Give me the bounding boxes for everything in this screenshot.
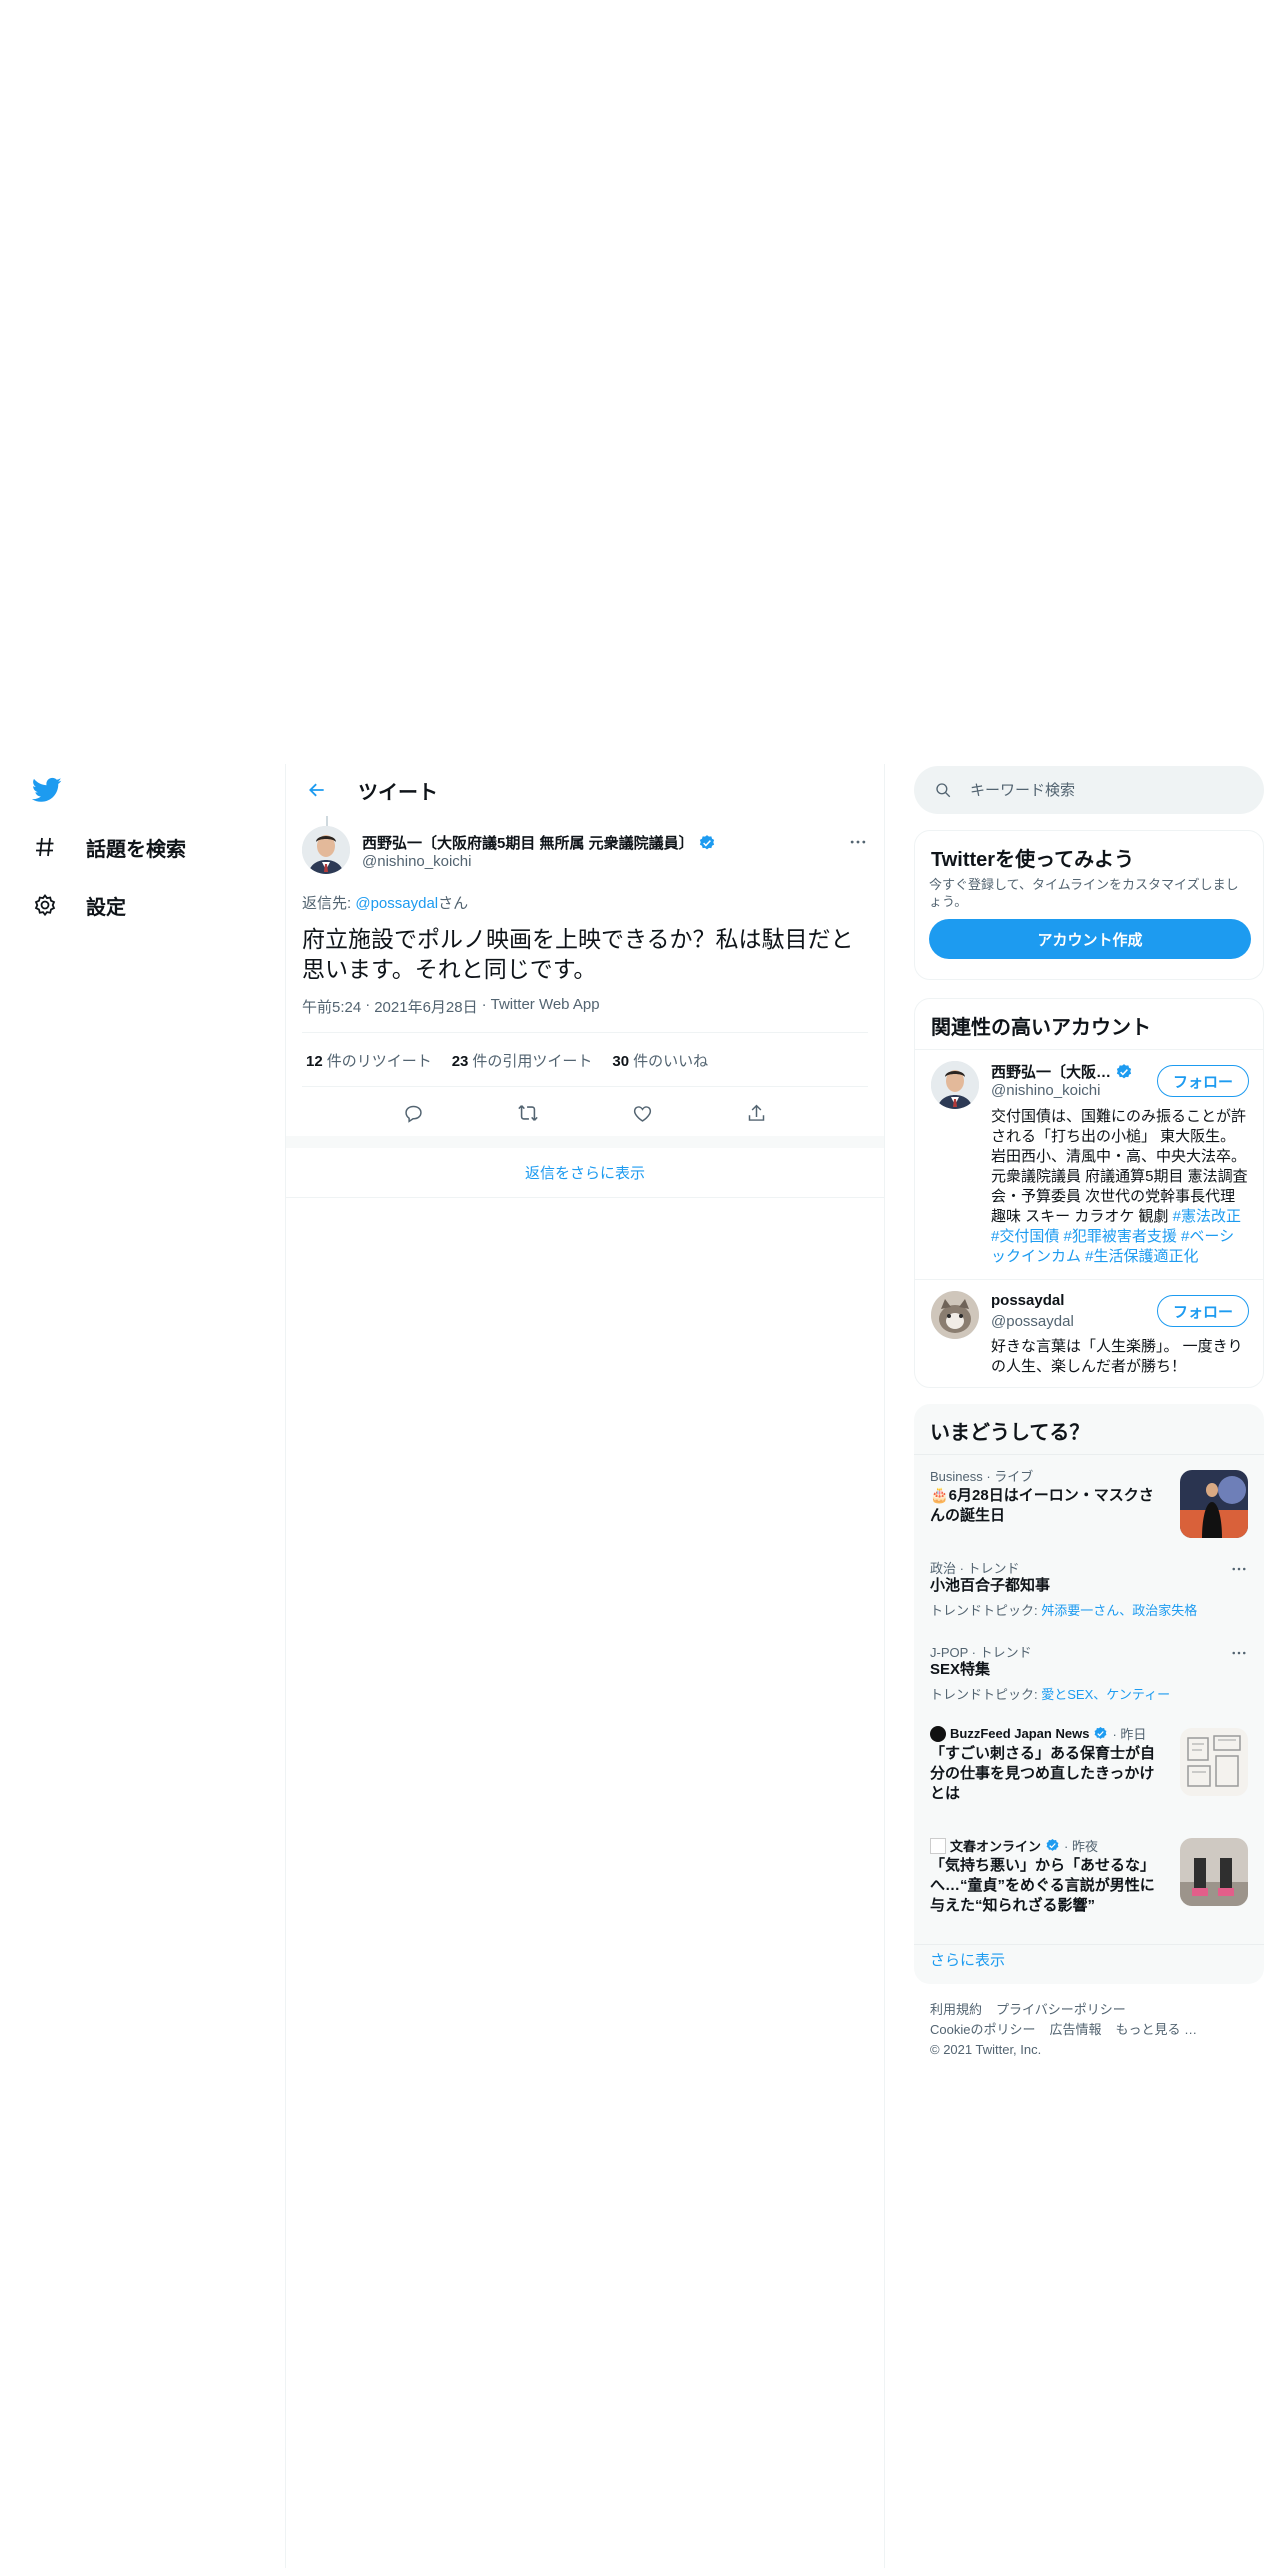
account-handle: @nishino_koichi — [991, 1082, 1101, 1099]
verified-badge-icon — [1116, 1063, 1132, 1078]
tweet-detail-column: ツイート 西野弘一〔大阪府議5期目 無所属 元衆議院議員〕 @nishino_k… — [285, 764, 885, 2568]
tweet-time[interactable]: 午前5:24 — [302, 996, 361, 1017]
verified-badge-icon — [1046, 1838, 1059, 1851]
footer-link-terms[interactable]: 利用規約 — [930, 2002, 982, 2017]
signup-title: Twitterを使ってみよう — [931, 849, 1135, 871]
retweets-stat[interactable]: 12 件のリツイート — [306, 1050, 432, 1071]
gear-icon — [32, 892, 58, 918]
twitter-logo-icon[interactable] — [32, 774, 62, 804]
trend-item[interactable]: J-POP · トレンド SEX特集 トレンドトピック: 愛とSEX、ケンティー — [914, 1642, 1264, 1712]
tweet-actions — [286, 1094, 884, 1132]
search-icon — [936, 783, 951, 798]
heart-icon — [633, 1105, 651, 1122]
footer: 利用規約 プライバシーポリシー Cookieのポリシー 広告情報 もっと見る … © … — [930, 2000, 1250, 2060]
reply-to-line: 返信先: @possaydalさん — [302, 895, 469, 912]
follow-button[interactable]: フォロー — [1157, 1295, 1249, 1327]
search-box[interactable] — [914, 766, 1264, 814]
share-button[interactable] — [738, 1094, 776, 1132]
hashtag-icon — [32, 834, 58, 860]
avatar[interactable] — [931, 1291, 979, 1339]
more-dots-icon — [1232, 1567, 1246, 1571]
tweet-text: 府立施設でポルノ映画を上映できるか？私は駄目だと思います。それと同じです。 — [302, 926, 854, 982]
trend-item[interactable]: Business · ライブ 🎂6月28日はイーロン・マスクさんの誕生日 — [914, 1466, 1264, 1546]
footer-link-more[interactable]: もっと見る … — [1115, 2022, 1197, 2037]
retweet-button[interactable] — [509, 1094, 547, 1132]
verified-badge-icon — [1095, 1726, 1107, 1739]
account-name[interactable]: possaydal — [991, 1292, 1064, 1309]
related-title: 関連性の高いアカウント — [931, 1017, 1151, 1039]
news-item[interactable]: 文春オンライン · 昨夜 「気持ち悪い」から「あせるな」へ…“童貞”をめぐる言説… — [914, 1836, 1264, 1936]
reply-to-handle-link[interactable]: @possaydal — [355, 895, 438, 912]
arrow-left-icon — [309, 783, 324, 797]
show-more-replies-link[interactable]: 返信をさらに表示 — [286, 1148, 884, 1198]
column-header: ツイート — [286, 764, 884, 816]
tweet-meta: 午前5:24 · 2021年6月28日 · Twitter Web App — [302, 996, 600, 1017]
news-thumbnail — [1180, 1838, 1248, 1906]
buzzfeed-logo-icon — [930, 1725, 946, 1742]
share-icon — [749, 1104, 765, 1121]
nav-explore[interactable]: 話題を検索 — [32, 827, 186, 867]
divider — [302, 1086, 868, 1087]
trend-item[interactable]: 政治 · トレンド 小池百合子都知事 トレンドトピック: 舛添要一さん、政治家失… — [914, 1558, 1264, 1628]
footer-link-privacy[interactable]: プライバシーポリシー — [996, 2002, 1126, 2017]
account-bio: 好きな言葉は「人生楽勝」。 一度きりの人生、楽しんだ者が勝ち！ — [991, 1338, 1243, 1375]
tweet-date[interactable]: 2021年6月28日 — [374, 996, 477, 1017]
tweet-source[interactable]: Twitter Web App — [491, 996, 600, 1017]
nav-settings[interactable]: 設定 — [32, 885, 126, 925]
bunshun-logo-icon — [930, 1837, 946, 1854]
trends-show-more-link[interactable]: さらに表示 — [930, 1949, 1005, 1970]
related-accounts-card: 関連性の高いアカウント 西野弘一〔大阪… @nishino_koichi フォロ… — [914, 998, 1264, 1388]
reply-icon — [405, 1105, 422, 1123]
tweet-author-handle[interactable]: @nishino_koichi — [362, 853, 471, 870]
likes-stat[interactable]: 30 件のいいね — [612, 1050, 708, 1071]
verified-badge-icon — [699, 834, 714, 849]
trends-title: いまどうしてる？ — [930, 1422, 1090, 1444]
divider — [302, 1032, 868, 1033]
more-dots-icon — [1232, 1651, 1246, 1655]
reply-button[interactable] — [394, 1094, 432, 1132]
signup-description: 今すぐ登録して、タイムラインをカスタマイズしましょう。 — [929, 877, 1239, 909]
retweet-icon — [518, 1105, 538, 1121]
footer-link-cookies[interactable]: Cookieのポリシー — [930, 2022, 1035, 2037]
trend-more-button[interactable] — [1228, 1642, 1250, 1664]
create-account-button[interactable]: アカウント作成 — [929, 919, 1251, 959]
more-dots-icon — [850, 840, 866, 844]
trend-more-button[interactable] — [1228, 1558, 1250, 1580]
tweet-stats: 12 件のリツイート 23 件の引用ツイート 30 件のいいね — [306, 1050, 708, 1071]
news-thumbnail — [1180, 1728, 1248, 1796]
section-separator — [286, 1136, 884, 1148]
avatar[interactable] — [931, 1061, 979, 1109]
quotes-stat[interactable]: 23 件の引用ツイート — [452, 1050, 593, 1071]
trends-card: いまどうしてる？ Business · ライブ 🎂6月28日はイーロン・マスクさ… — [914, 1404, 1264, 1984]
account-bio: 交付国債は、国難にのみ振ることが許される「打ち出の小槌」 東大阪生。岩田西小、清… — [991, 1108, 1248, 1265]
more-options-button[interactable] — [846, 830, 870, 854]
news-item[interactable]: BuzzFeed Japan News · 昨日 「すごい刺さる」ある保育士が自… — [914, 1724, 1264, 1824]
copyright: © 2021 Twitter, Inc. — [930, 2042, 1042, 2057]
account-handle: @possaydal — [991, 1313, 1074, 1330]
tweet-author-name[interactable]: 西野弘一〔大阪府議5期目 無所属 元衆議院議員〕 — [362, 832, 716, 853]
nav-label: 設定 — [86, 896, 126, 919]
trend-thumbnail — [1180, 1470, 1248, 1538]
like-button[interactable] — [623, 1094, 661, 1132]
footer-link-ads[interactable]: 広告情報 — [1049, 2022, 1101, 2037]
thread-connector — [326, 816, 328, 826]
search-input[interactable] — [970, 781, 1230, 799]
account-name[interactable]: 西野弘一〔大阪… — [991, 1061, 1133, 1082]
avatar[interactable] — [302, 826, 350, 874]
follow-button[interactable]: フォロー — [1157, 1065, 1249, 1097]
back-button[interactable] — [300, 773, 334, 807]
nav-label: 話題を検索 — [86, 838, 186, 861]
page-title: ツイート — [358, 781, 438, 804]
signup-card: Twitterを使ってみよう 今すぐ登録して、タイムラインをカスタマイズしましょ… — [914, 830, 1264, 980]
